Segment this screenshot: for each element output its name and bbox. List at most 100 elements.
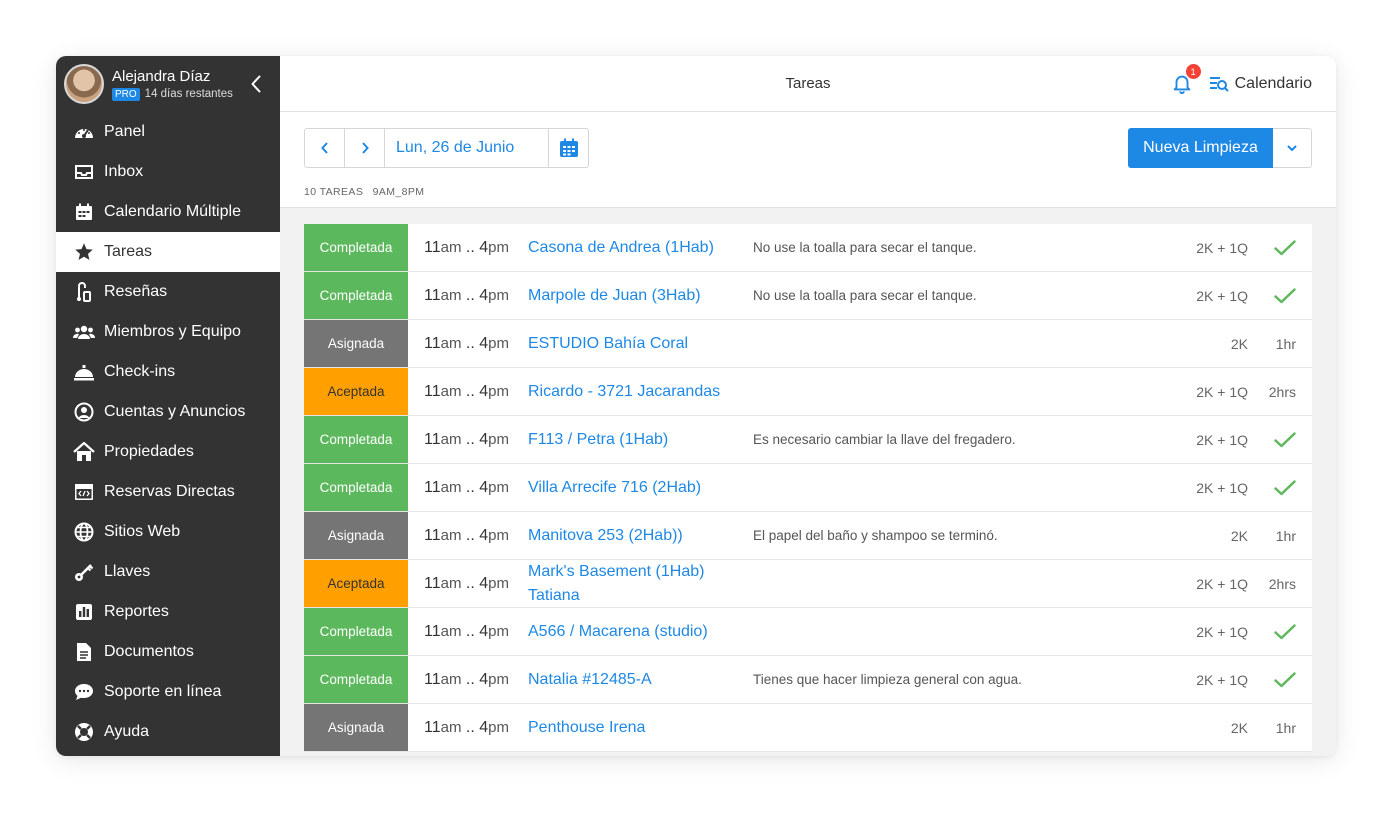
status-badge[interactable]: Asignada [304,704,408,751]
task-row[interactable]: Asignada 11am .. 4pm Manitova 253 (2Hab)) E… [304,512,1312,560]
time-separator: .. [461,622,480,640]
property-link[interactable]: Casona de Andrea (1Hab) [528,236,748,260]
task-duration: 1hr [1275,335,1296,352]
task-row[interactable]: Asignada 11am .. 4pm ESTUDIO Bahía Coral 2K… [304,320,1312,368]
sidebar-item-check-ins[interactable]: Check-ins [56,352,280,392]
sidebar-item-soporte-en-linea[interactable]: Soporte en línea [56,672,280,712]
status-badge[interactable]: Completada [304,464,408,511]
notifications-button[interactable]: 1 [1171,64,1201,96]
task-time: 11am .. 4pm [424,431,509,449]
new-cleaning-dropdown[interactable] [1273,128,1312,168]
task-row[interactable]: Completada 11am .. 4pm Villa Arrecife 716 … [304,464,1312,512]
task-row[interactable]: Aceptada 11am .. 4pm Ricardo - 3721 Jacara… [304,368,1312,416]
sidebar-item-resenas[interactable]: Reseñas [56,272,280,312]
task-row[interactable]: Aceptada 11am .. 4pm Mark's Basement (1Hab… [304,560,1312,608]
previous-day-button[interactable] [305,129,345,167]
date-picker-button[interactable] [549,129,588,167]
bed-config: 2K [1230,335,1248,352]
time-range: 9AM_8PM [372,186,425,198]
notification-count-badge: 1 [1185,64,1201,79]
sidebar-item-reservas-directas[interactable]: Reservas Directas [56,472,280,512]
property-link[interactable]: Ricardo - 3721 Jacarandas [528,380,748,404]
sidebar-item-sitios-web[interactable]: Sitios Web [56,512,280,552]
calendar-icon [559,138,578,157]
user-profile[interactable]: Alejandra Díaz PRO 14 días restantes [56,56,280,112]
sidebar-item-inbox[interactable]: Inbox [56,152,280,192]
time-start: 11 [424,430,441,448]
property-link[interactable]: Mark's Basement (1Hab) Tatiana [528,560,748,608]
task-row[interactable]: Completada 11am .. 4pm Casona de Andrea (1… [304,224,1312,272]
status-badge[interactable]: Completada [304,224,408,271]
sidebar-item-label: Check-ins [104,363,176,380]
property-link[interactable]: Villa Arrecife 716 (2Hab) [528,476,748,500]
sidebar-item-reportes[interactable]: Reportes [56,592,280,632]
task-time: 11am .. 4pm [424,287,509,305]
chevron-left-icon [320,142,328,154]
task-time: 11am .. 4pm [424,719,509,737]
status-badge[interactable]: Completada [304,416,408,463]
task-row[interactable]: Completada 11am .. 4pm Natalia #12485-A Tie… [304,656,1312,704]
status-badge[interactable]: Asignada [304,320,408,367]
property-link[interactable]: ESTUDIO Bahía Coral [528,332,748,356]
time-start-suffix: am [440,382,462,400]
completed-check-icon [1256,431,1296,448]
calendar-label: Calendario [1234,75,1312,92]
next-day-button[interactable] [345,129,385,167]
status-badge[interactable]: Completada [304,656,408,703]
task-row[interactable]: Completada 11am .. 4pm A566 / Macarena (st… [304,608,1312,656]
property-link[interactable]: A566 / Macarena (studio) [528,620,748,644]
status-badge[interactable]: Aceptada [304,368,408,415]
status-badge[interactable]: Asignada [304,512,408,559]
time-end-suffix: pm [488,430,509,448]
time-start-suffix: am [440,574,462,592]
star-icon [72,242,96,262]
status-badge[interactable]: Aceptada [304,560,408,607]
task-time: 11am .. 4pm [424,671,509,689]
task-row[interactable]: Asignada 11am .. 4pm Penthouse Irena 2K 1hr [304,704,1312,752]
time-end-suffix: pm [488,526,509,544]
new-cleaning-button[interactable]: Nueva Limpieza [1128,128,1273,168]
task-note: Tienes que hacer limpieza general con ag… [753,672,1022,687]
sidebar-item-panel[interactable]: Panel [56,112,280,152]
task-duration: 2hrs [1268,575,1296,592]
sidebar-item-miembros-y-equipo[interactable]: Miembros y Equipo [56,312,280,352]
time-start: 11 [424,238,441,256]
sidebar-item-cuentas-y-anuncios[interactable]: Cuentas y Anuncios [56,392,280,432]
time-end-suffix: pm [488,622,509,640]
sidebar-item-tareas[interactable]: Tareas [56,232,280,272]
sidebar-item-label: Propiedades [104,443,194,460]
sidebar-item-documentos[interactable]: Documentos [56,632,280,672]
sidebar-item-propiedades[interactable]: Propiedades [56,432,280,472]
collapse-sidebar-button[interactable] [248,74,264,94]
sidebar: Alejandra Díaz PRO 14 días restantes Pan… [56,56,280,756]
time-end-suffix: pm [488,382,509,400]
task-time: 11am .. 4pm [424,335,509,353]
date-field[interactable] [385,129,549,167]
status-badge[interactable]: Completada [304,272,408,319]
sidebar-item-ayuda[interactable]: Ayuda [56,712,280,752]
sidebar-item-calendario-multiple[interactable]: Calendario Múltiple [56,192,280,232]
property-link[interactable]: Marpole de Juan (3Hab) [528,284,748,308]
inbox-icon [72,162,96,182]
property-link[interactable]: Manitova 253 (2Hab)) [528,524,748,548]
task-row[interactable]: Completada 11am .. 4pm F113 / Petra (1Hab)… [304,416,1312,464]
sidebar-item-llaves[interactable]: Llaves [56,552,280,592]
sidebar-nav: Panel Inbox Calendario Múltiple Tareas Reseñ… [56,112,280,752]
task-row[interactable]: Completada 11am .. 4pm Marpole de Juan (3H… [304,272,1312,320]
calendar-view-toggle[interactable]: Calendario [1209,75,1312,93]
time-start: 11 [424,286,441,304]
date-navigator [304,128,589,168]
time-start: 11 [424,478,441,496]
task-count: 10 TAREAS [304,186,364,198]
chevron-right-icon [361,142,369,154]
property-link[interactable]: F113 / Petra (1Hab) [528,428,748,452]
task-list: Completada 11am .. 4pm Casona de Andrea (1… [304,224,1312,752]
time-start-suffix: am [440,622,462,640]
avatar[interactable] [64,64,104,104]
time-end-suffix: pm [488,478,509,496]
status-badge[interactable]: Completada [304,608,408,655]
plan-info: PRO 14 días restantes [112,87,233,101]
property-link[interactable]: Penthouse Irena [528,716,748,740]
account-icon [72,402,96,422]
property-link[interactable]: Natalia #12485-A [528,668,748,692]
